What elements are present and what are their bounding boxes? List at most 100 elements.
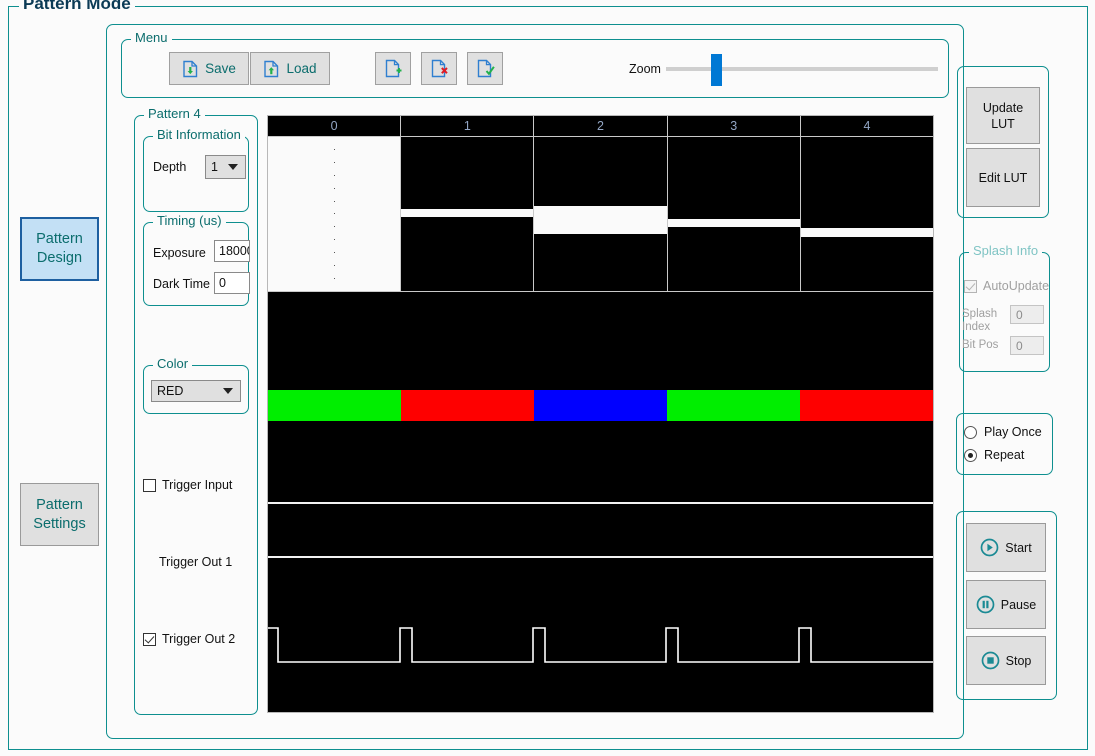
pattern-bar	[534, 206, 667, 235]
edit-lut-button[interactable]: Edit LUT	[966, 148, 1040, 207]
sidebar-item-pattern-design[interactable]: Pattern Design	[20, 217, 99, 281]
bit-information-label: Bit Information	[153, 128, 245, 142]
pattern-column-1[interactable]	[401, 137, 535, 291]
color-group-label: Color	[153, 357, 193, 371]
radio-dot	[964, 425, 977, 439]
checkbox-box	[143, 478, 156, 492]
timing-group-label: Timing (us)	[153, 214, 226, 228]
page-title: Pattern Mode	[19, 0, 135, 12]
column-header: 3	[668, 116, 801, 136]
dark-time-label: Dark Time	[153, 277, 210, 291]
stop-button-label: Stop	[1005, 653, 1032, 668]
bit-pos-label: Bit Pos	[962, 339, 999, 351]
depth-label: Depth	[153, 160, 187, 174]
update-lut-line2: LUT	[991, 116, 1015, 131]
pattern-mode-window: Pattern Mode Pattern Design Pattern Sett…	[0, 0, 1095, 756]
chevron-down-icon	[223, 388, 233, 394]
pattern-band	[268, 137, 933, 292]
pattern-display-canvas[interactable]: 0 1 2 3 4	[267, 115, 934, 713]
trigger-out2-waveform	[268, 627, 933, 663]
sidebar-item-pattern-settings[interactable]: Pattern Settings	[20, 483, 99, 546]
pattern-group-label: Pattern 4	[144, 107, 205, 121]
checkbox-box	[143, 632, 156, 646]
splash-index-input: 0	[1010, 305, 1044, 324]
play-circle-icon	[980, 538, 999, 557]
trigger-out1-waveform-line	[268, 556, 933, 558]
autoupdate-checkbox: AutoUpdate	[964, 279, 1049, 293]
exposure-input[interactable]: 18000	[214, 240, 250, 262]
sidebar-item-pattern-design-label: Pattern Design	[36, 231, 83, 266]
zoom-label: Zoom	[629, 62, 661, 76]
radio-dot	[964, 448, 977, 462]
pattern-bar	[800, 227, 933, 238]
save-button[interactable]: Save	[169, 52, 249, 85]
column-header-row: 0 1 2 3 4	[268, 116, 933, 137]
pattern-column-0[interactable]	[268, 137, 402, 291]
bit-pos-input: 0	[1010, 336, 1044, 355]
pattern-column-4[interactable]	[800, 137, 933, 291]
stop-button[interactable]: Stop	[966, 636, 1046, 685]
zoom-slider[interactable]	[666, 52, 938, 86]
update-lut-button[interactable]: Update LUT	[966, 87, 1040, 144]
document-check-icon	[476, 59, 495, 78]
update-lut-line1: Update	[982, 100, 1024, 115]
color-segment	[800, 390, 933, 421]
exposure-label: Exposure	[153, 246, 206, 260]
start-button-label: Start	[1005, 540, 1032, 555]
radio-play-once-label: Play Once	[984, 425, 1042, 439]
menu-group-label: Menu	[131, 31, 172, 45]
column-header: 4	[863, 119, 871, 133]
color-segment	[268, 390, 401, 421]
radio-play-once[interactable]: Play Once	[964, 425, 1042, 439]
splash-info-label: Splash Info	[969, 244, 1043, 258]
color-select[interactable]: RED	[151, 380, 241, 402]
add-pattern-button[interactable]	[375, 52, 411, 85]
color-segment	[401, 390, 534, 421]
trigger-input-label: Trigger Input	[162, 478, 233, 492]
autoupdate-label: AutoUpdate	[983, 279, 1050, 293]
zoom-slider-track	[666, 67, 938, 71]
trigger-out1-waveform-line	[268, 502, 933, 504]
trigger-out1-label: Trigger Out 1	[159, 555, 233, 569]
pause-button[interactable]: Pause	[966, 580, 1046, 629]
color-segment	[667, 390, 800, 421]
document-save-icon	[182, 60, 199, 78]
splash-index-label-line1: Splash	[962, 308, 998, 320]
pattern-column-3[interactable]	[667, 137, 801, 291]
color-select-value: RED	[157, 384, 184, 398]
color-segment	[534, 390, 667, 421]
document-add-icon	[384, 59, 403, 78]
apply-pattern-button[interactable]	[467, 52, 503, 85]
delete-pattern-button[interactable]	[421, 52, 457, 85]
play-mode-group	[956, 413, 1053, 475]
start-button[interactable]: Start	[966, 523, 1046, 572]
dark-time-input-value: 0	[219, 276, 226, 290]
splash-index-label-line2: Index	[962, 321, 991, 333]
pattern-bar	[268, 137, 401, 291]
depth-select-value: 1	[211, 160, 218, 174]
edit-lut-button-label: Edit LUT	[978, 170, 1028, 185]
column-header: 2	[534, 116, 668, 136]
pattern-bar	[401, 209, 534, 218]
splash-index-value: 0	[1016, 307, 1023, 322]
dark-time-input[interactable]: 0	[214, 272, 250, 294]
update-lut-button-label: Update LUT	[983, 100, 1023, 132]
pause-button-label: Pause	[1000, 597, 1037, 612]
chevron-down-icon	[228, 164, 238, 170]
load-button[interactable]: Load	[250, 52, 330, 85]
depth-select[interactable]: 1	[205, 155, 246, 179]
checkbox-box	[964, 279, 977, 293]
sidebar-item-pattern-settings-label: Pattern Settings	[33, 496, 86, 532]
load-button-label: Load	[286, 61, 317, 76]
column-header: 1	[401, 116, 535, 136]
zoom-slider-handle[interactable]	[711, 54, 722, 86]
trigger-out2-checkbox[interactable]: Trigger Out 2	[143, 632, 235, 646]
pause-circle-icon	[976, 595, 995, 614]
pattern-column-2[interactable]	[534, 137, 668, 291]
bit-pos-value: 0	[1016, 338, 1023, 353]
radio-repeat[interactable]: Repeat	[964, 448, 1024, 462]
document-load-icon	[263, 60, 280, 78]
color-sequence-band	[268, 390, 933, 421]
exposure-input-value: 18000	[219, 244, 249, 258]
trigger-input-checkbox[interactable]: Trigger Input	[143, 478, 232, 492]
